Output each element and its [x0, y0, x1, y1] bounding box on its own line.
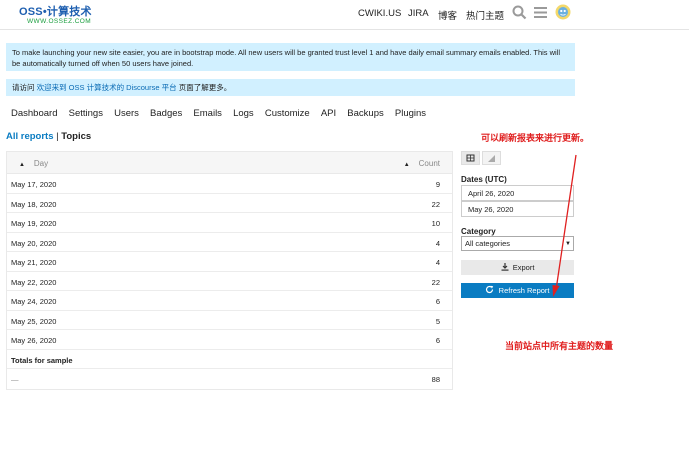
- annotation-arrow: [552, 154, 577, 297]
